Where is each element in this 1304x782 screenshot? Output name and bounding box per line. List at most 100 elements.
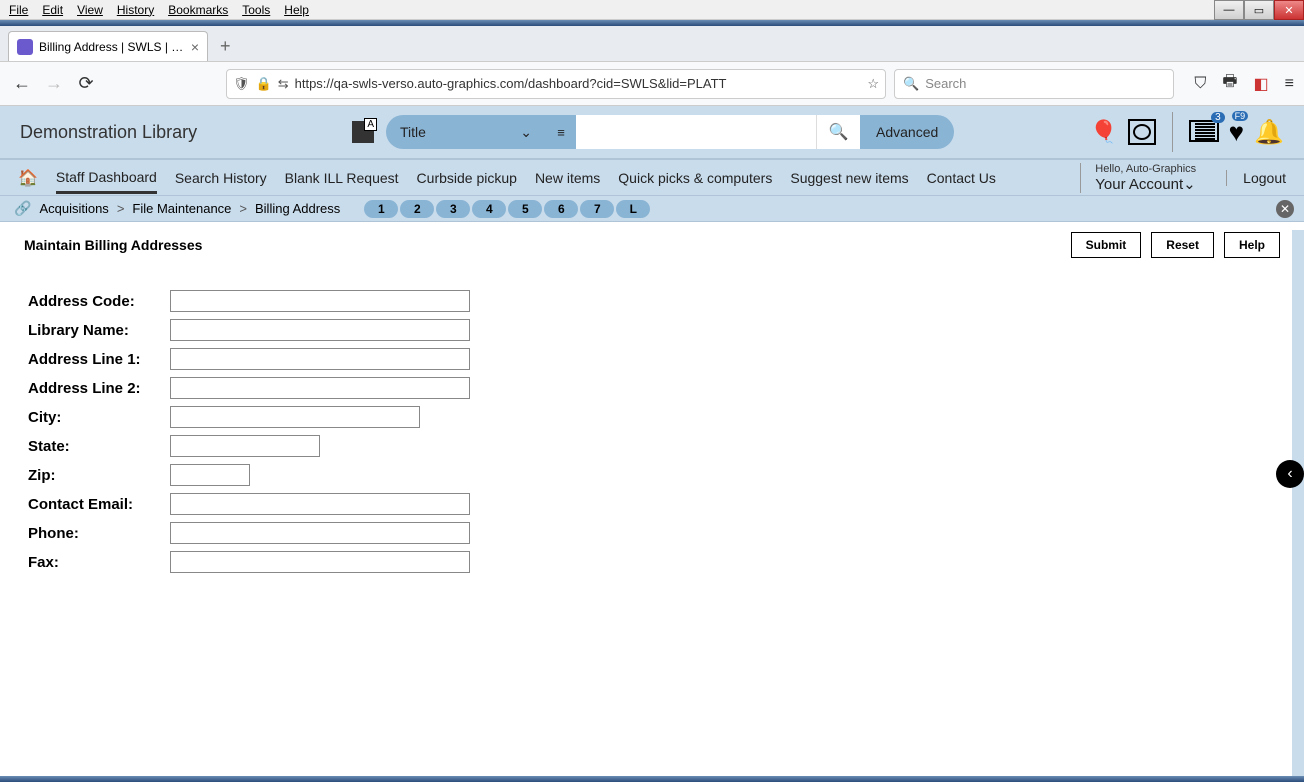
advanced-search-button[interactable]: Advanced [860,115,954,149]
nav-quick-picks[interactable]: Quick picks & computers [618,170,772,186]
input-phone[interactable] [170,522,470,544]
chevron-down-icon: ⌄ [520,124,532,141]
tab-title: Billing Address | SWLS | platt | A [39,40,185,54]
input-state[interactable] [170,435,320,457]
print-icon[interactable]: 🖶 [1222,70,1237,97]
search-scope-dropdown[interactable]: Title ⌄ [386,115,546,149]
browser-search-box[interactable]: 🔍 Search [894,69,1174,99]
page-6[interactable]: 6 [544,200,578,218]
page-4[interactable]: 4 [472,200,506,218]
label-address1: Address Line 1: [28,351,170,368]
account-greeting: Hello, Auto-Graphics [1095,163,1196,175]
account-menu[interactable]: Hello, Auto-Graphics Your Account⌄ [1080,163,1196,193]
menu-file[interactable]: File [2,3,35,17]
account-label: Your Account [1095,176,1183,193]
tab-favicon [17,39,33,55]
list-button[interactable]: 3 [1189,120,1219,145]
breadcrumb-separator: > [117,201,125,216]
browser-navbar: ← → ⟳ 🛡 🔒 ⇆ https://qa-swls-verso.auto-g… [0,62,1304,106]
input-fax[interactable] [170,551,470,573]
nav-back-button[interactable]: ← [10,73,34,94]
breadcrumb-acquisitions[interactable]: Acquisitions [39,201,108,216]
breadcrumb-file-maintenance[interactable]: File Maintenance [132,201,231,216]
page-last[interactable]: L [616,200,650,218]
input-email[interactable] [170,493,470,515]
list-icon [1189,120,1219,142]
permissions-icon[interactable]: ⇆ [278,76,289,92]
page-2[interactable]: 2 [400,200,434,218]
pocket-icon[interactable]: ⛉ [1194,75,1206,93]
window-maximize-button[interactable]: ▭ [1244,0,1274,20]
lock-icon[interactable]: 🔒 [256,76,272,92]
menu-history[interactable]: History [110,3,161,17]
close-icon[interactable]: ✕ [1276,200,1294,218]
menu-view[interactable]: View [70,3,110,17]
browser-tab[interactable]: Billing Address | SWLS | platt | A × [8,31,208,61]
nav-blank-ill[interactable]: Blank ILL Request [285,170,399,186]
search-scope-label: Title [400,124,426,140]
catalog-search-input[interactable] [576,115,816,149]
heart-icon: ♥ [1229,117,1244,147]
extension-icon[interactable]: ◧ [1254,74,1269,94]
balloon-icon[interactable]: 🎈 [1090,119,1117,145]
input-zip[interactable] [170,464,250,486]
input-address2[interactable] [170,377,470,399]
window-close-button[interactable]: ✕ [1274,0,1304,20]
page-7[interactable]: 7 [580,200,614,218]
page-3[interactable]: 3 [436,200,470,218]
bookmark-star-icon[interactable]: ☆ [867,76,879,92]
menu-bookmarks[interactable]: Bookmarks [161,3,235,17]
bottom-border [0,776,1304,782]
language-icon[interactable] [352,121,374,143]
pagination-pills: 1 2 3 4 5 6 7 L [364,200,650,218]
search-icon: 🔍 [903,76,919,92]
menu-tools[interactable]: Tools [235,3,277,17]
submit-button[interactable]: Submit [1071,232,1142,258]
input-address1[interactable] [170,348,470,370]
input-city[interactable] [170,406,420,428]
nav-contact[interactable]: Contact Us [927,170,996,186]
input-address-code[interactable] [170,290,470,312]
window-minimize-button[interactable]: — [1214,0,1244,20]
film-icon[interactable] [1128,119,1156,145]
nav-reload-button[interactable]: ⟳ [74,73,98,94]
shield-icon[interactable]: 🛡 [233,76,250,92]
input-library-name[interactable] [170,319,470,341]
label-city: City: [28,409,170,426]
catalog-search-button[interactable]: 🔍 [816,115,860,149]
page-1[interactable]: 1 [364,200,398,218]
menu-help[interactable]: Help [277,3,316,17]
database-icon[interactable]: ≡ [546,115,576,149]
link-icon: 🔗 [14,200,31,217]
label-email: Contact Email: [28,496,170,513]
reset-button[interactable]: Reset [1151,232,1214,258]
breadcrumb-billing-address[interactable]: Billing Address [255,201,340,216]
favorites-button[interactable]: ♥ F9 [1229,117,1244,148]
help-button[interactable]: Help [1224,232,1280,258]
url-bar[interactable]: 🛡 🔒 ⇆ https://qa-swls-verso.auto-graphic… [226,69,886,99]
main-nav: 🏠 Staff Dashboard Search History Blank I… [0,160,1304,196]
browser-menubar: File Edit View History Bookmarks Tools H… [0,0,1304,20]
separator [1172,112,1173,152]
tab-close-icon[interactable]: × [191,39,199,55]
nav-staff-dashboard[interactable]: Staff Dashboard [56,169,157,194]
nav-forward-button[interactable]: → [42,73,66,94]
home-icon[interactable]: 🏠 [18,168,38,188]
page-5[interactable]: 5 [508,200,542,218]
collapse-panel-button[interactable]: ‹ [1276,460,1304,488]
billing-form: Address Code: Library Name: Address Line… [0,268,1304,598]
new-tab-button[interactable]: + [212,32,239,61]
nav-curbside[interactable]: Curbside pickup [417,170,517,186]
menu-edit[interactable]: Edit [35,3,70,17]
chevron-down-icon: ⌄ [1183,176,1196,193]
label-address2: Address Line 2: [28,380,170,397]
nav-suggest[interactable]: Suggest new items [790,170,908,186]
list-badge: 3 [1211,112,1225,123]
label-address-code: Address Code: [28,293,170,310]
label-library-name: Library Name: [28,322,170,339]
nav-search-history[interactable]: Search History [175,170,267,186]
logout-link[interactable]: Logout [1226,170,1286,186]
hamburger-menu-icon[interactable]: ≡ [1285,75,1294,93]
nav-new-items[interactable]: New items [535,170,600,186]
bell-icon[interactable]: 🔔 [1254,118,1284,147]
